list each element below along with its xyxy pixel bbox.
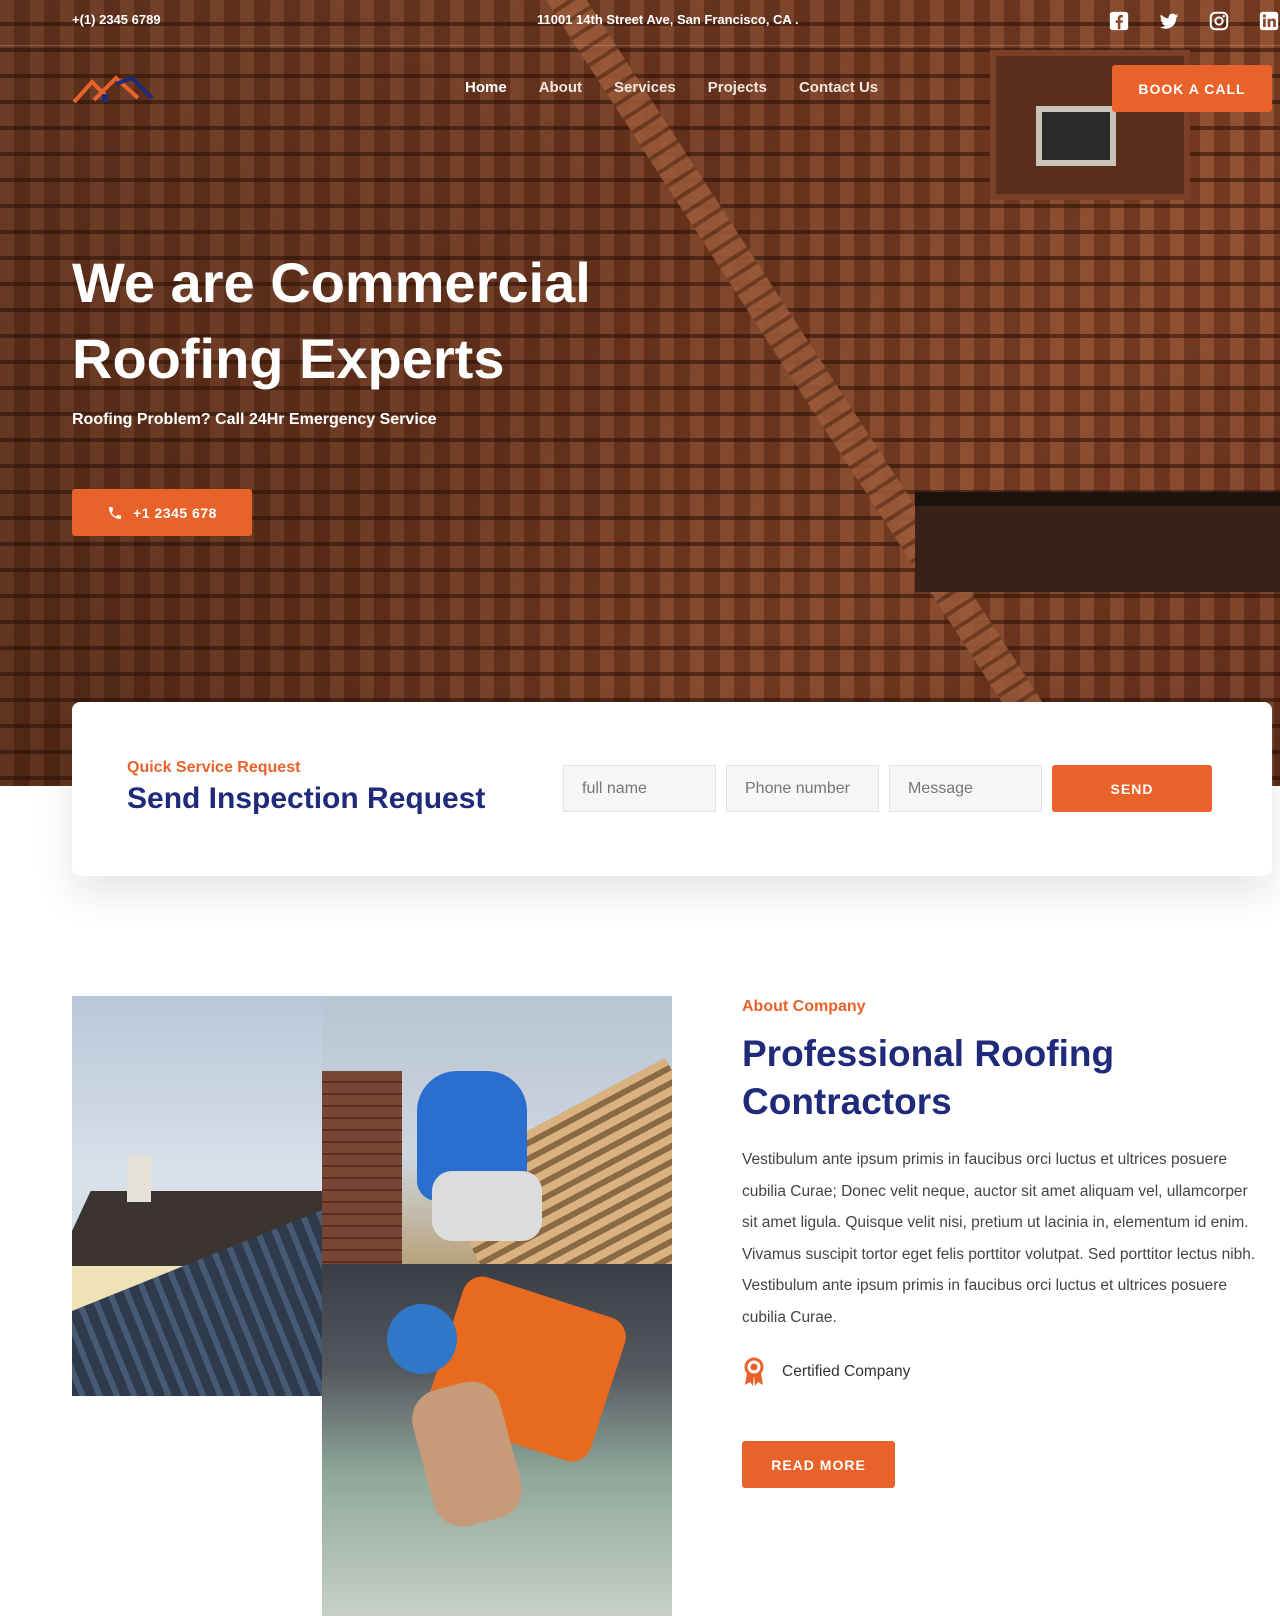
nav-home[interactable]: Home (465, 79, 507, 96)
topbar-address: 11001 14th Street Ave, San Francisco, CA… (537, 12, 799, 27)
hero-title: We are Commercial Roofing Experts (72, 245, 692, 397)
phone-icon (109, 506, 122, 519)
hero-subtitle: Roofing Problem? Call 24Hr Emergency Ser… (72, 411, 437, 428)
social-links (1108, 10, 1280, 32)
hero-title-line2: Roofing Experts (72, 327, 505, 390)
read-more-button[interactable]: READ MORE (742, 1441, 895, 1488)
hero-content: We are Commercial Roofing Experts Roofin… (72, 245, 692, 429)
about-eyebrow: About Company (742, 998, 866, 1015)
topbar-phone[interactable]: +(1) 2345 6789 (72, 12, 161, 27)
hero-title-line1: We are Commercial (72, 251, 591, 314)
book-a-call-button[interactable]: BOOK A CALL (1112, 65, 1272, 112)
nav-services[interactable]: Services (614, 79, 676, 96)
award-icon (744, 1357, 764, 1386)
inspection-eyebrow: Quick Service Request (127, 759, 301, 776)
roofer-chimney-photo (322, 996, 672, 1264)
nav-about[interactable]: About (539, 79, 582, 96)
certified-company: Certified Company (742, 1357, 1262, 1387)
hero-call-label: +1 2345 678 (133, 504, 217, 521)
top-bar: +(1) 2345 6789 11001 14th Street Ave, Sa… (0, 0, 1280, 46)
inspection-title: Send Inspection Request (127, 782, 486, 815)
message-input[interactable] (889, 765, 1042, 812)
send-button[interactable]: SEND (1052, 765, 1212, 812)
nav-menu: Home About Services Projects Contact Us (465, 79, 878, 96)
facebook-icon[interactable] (1108, 10, 1130, 32)
about-body: Vestibulum ante ipsum primis in faucibus… (742, 1151, 1256, 1326)
about-title-line2: Contractors (742, 1081, 952, 1122)
about-section: About Company Professional Roofing Contr… (742, 996, 1262, 1488)
nav-contact-us[interactable]: Contact Us (799, 79, 878, 96)
twitter-icon[interactable] (1158, 10, 1180, 32)
company-logo[interactable] (72, 74, 154, 108)
certified-label: Certified Company (782, 1363, 911, 1380)
phone-number-input[interactable] (726, 765, 879, 812)
inspection-form: SEND (563, 765, 1212, 812)
linkedin-icon[interactable] (1258, 10, 1280, 32)
hero-call-button[interactable]: +1 2345 678 (72, 489, 252, 536)
inspection-request-card: Quick Service Request Send Inspection Re… (72, 702, 1272, 876)
hero-section: +(1) 2345 6789 11001 14th Street Ave, Sa… (0, 0, 1280, 786)
full-name-input[interactable] (563, 765, 716, 812)
roofer-hammer-photo (322, 1264, 672, 1616)
nav-projects[interactable]: Projects (708, 79, 767, 96)
about-title: Professional Roofing Contractors (742, 1030, 1262, 1126)
about-title-line1: Professional Roofing (742, 1033, 1115, 1074)
instagram-icon[interactable] (1208, 10, 1230, 32)
main-nav: Home About Services Projects Contact Us … (0, 46, 1280, 132)
roof-gutter (915, 492, 1280, 592)
